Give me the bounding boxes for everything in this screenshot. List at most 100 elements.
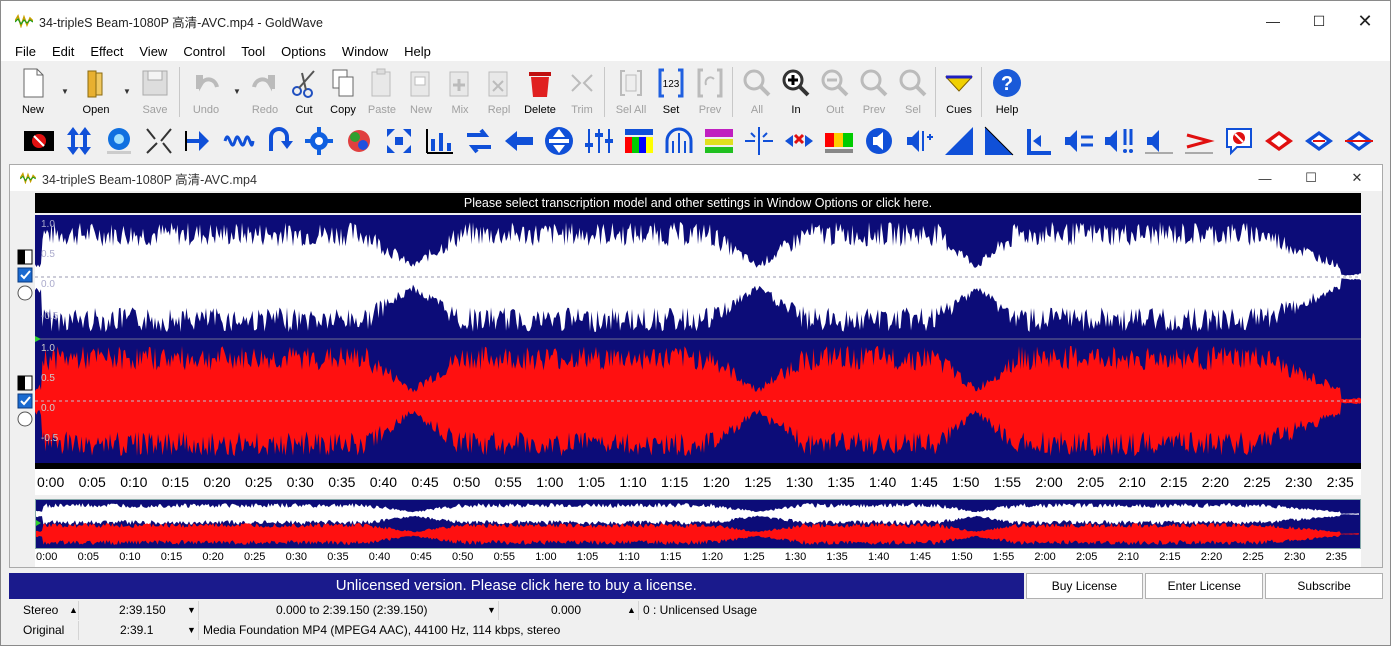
right-channel-enable-checkbox[interactable] [17, 393, 33, 409]
status-mode[interactable]: Original [9, 621, 79, 640]
doc-maximize-button[interactable]: ☐ [1288, 165, 1334, 191]
spectrum-icon[interactable] [423, 125, 455, 157]
maximize-volume-icon[interactable] [63, 125, 95, 157]
remove-red-x-icon[interactable] [783, 125, 815, 157]
menu-file[interactable]: File [7, 44, 44, 59]
channel-swap-icon[interactable] [463, 125, 495, 157]
menu-effect[interactable]: Effect [82, 44, 131, 59]
left-marker-icon[interactable] [1023, 125, 1055, 157]
cue-arrow-icon[interactable] [1183, 125, 1215, 157]
diamond-blue-icon[interactable] [1303, 125, 1335, 157]
zoom-out-button[interactable]: Out [815, 67, 855, 119]
right-channel-solo-radio[interactable] [17, 411, 33, 427]
zoom-sel-button[interactable]: Sel [893, 67, 933, 119]
noise-reduction-icon[interactable] [143, 125, 175, 157]
undo-dropdown-icon[interactable]: ▼ [233, 87, 241, 96]
save-button[interactable]: Save [135, 67, 175, 119]
reverse-icon[interactable] [263, 125, 295, 157]
doc-minimize-button[interactable]: — [1242, 165, 1288, 191]
select-all-button[interactable]: Sel All [611, 67, 651, 119]
left-channel-solo-radio[interactable] [17, 285, 33, 301]
expand-channels-icon[interactable] [383, 125, 415, 157]
insert-silence-icon[interactable] [183, 125, 215, 157]
buy-license-message[interactable]: Unlicensed version. Please click here to… [9, 573, 1024, 599]
mix-button[interactable]: Mix [440, 67, 480, 119]
stop-record-icon[interactable] [23, 125, 55, 157]
delete-button[interactable]: Delete [520, 67, 560, 119]
channels-up-icon[interactable]: ▲ [69, 605, 78, 615]
start-marker-icon[interactable] [35, 336, 41, 342]
menu-tool[interactable]: Tool [233, 44, 273, 59]
stop-bubble-icon[interactable] [1223, 125, 1255, 157]
doc-close-button[interactable]: ✕ [1334, 165, 1380, 191]
prev-selection-icon [697, 68, 723, 98]
zoom-in-button[interactable]: In [776, 67, 816, 119]
buy-license-button[interactable]: Buy License [1025, 573, 1144, 599]
speaker-marker-icon[interactable] [1143, 125, 1175, 157]
trim-button[interactable]: Trim [562, 67, 602, 119]
left-channel-meter-icon[interactable] [17, 249, 33, 265]
transcription-banner[interactable]: Please select transcription model and ot… [35, 193, 1361, 213]
split-sparkle-icon[interactable] [743, 125, 775, 157]
subscribe-button[interactable]: Subscribe [1265, 573, 1383, 599]
stereo-field-icon[interactable] [663, 125, 695, 157]
redo-button[interactable]: Redo [245, 67, 285, 119]
spectrum-filter-icon[interactable] [703, 125, 735, 157]
zoom-prev-button[interactable]: Prev [854, 67, 894, 119]
echo-icon[interactable] [103, 125, 135, 157]
replace-button[interactable]: Repl [479, 67, 519, 119]
enter-license-button[interactable]: Enter License [1145, 573, 1264, 599]
status-selection[interactable]: 0.000 to 2:39.150 (2:39.150) [199, 601, 499, 620]
undo-button[interactable]: Undo [186, 67, 226, 119]
effect-chain-icon[interactable] [343, 125, 375, 157]
new-dropdown-icon[interactable]: ▼ [61, 87, 69, 96]
length-dropdown-icon[interactable]: ▼ [187, 605, 196, 615]
cut-button[interactable]: Cut [284, 67, 324, 119]
paste-new-button[interactable]: New [401, 67, 441, 119]
speaker-circle-icon[interactable] [863, 125, 895, 157]
overview-waveform[interactable] [35, 499, 1361, 549]
left-arrow-icon[interactable] [503, 125, 535, 157]
right-channel-meter-icon[interactable] [17, 375, 33, 391]
rainbow-icon[interactable] [623, 125, 655, 157]
maximize-button[interactable]: ☐ [1296, 1, 1342, 41]
waveform-view[interactable]: 1.0 0.5 0.0 -0.5 1.0 0.5 0.0 -0.5 [35, 215, 1361, 463]
speaker-alert-icon[interactable] [1103, 125, 1135, 157]
zoom-all-button[interactable]: All [737, 67, 777, 119]
diamond-red-icon[interactable] [1263, 125, 1295, 157]
menu-help[interactable]: Help [396, 44, 439, 59]
equalizer-gear-icon[interactable] [303, 125, 335, 157]
right-scale-label-2: 0.5 [41, 373, 55, 384]
speaker-split-icon[interactable] [903, 125, 935, 157]
help-button[interactable]: ? Help [987, 67, 1027, 119]
paste-button[interactable]: Paste [362, 67, 402, 119]
fade-in-icon[interactable] [943, 125, 975, 157]
pitch-wave-icon[interactable] [223, 125, 255, 157]
overview-tick-label: 0:55 [493, 551, 516, 563]
left-channel-enable-checkbox[interactable] [17, 267, 33, 283]
position-up-icon[interactable]: ▲ [627, 605, 636, 615]
menu-control[interactable]: Control [175, 44, 233, 59]
diamond-split-icon[interactable] [1343, 125, 1375, 157]
fade-out-icon[interactable] [983, 125, 1015, 157]
color-bar-icon[interactable] [823, 125, 855, 157]
open-dropdown-icon[interactable]: ▼ [123, 87, 131, 96]
menu-options[interactable]: Options [273, 44, 334, 59]
timeline-ruler[interactable]: 0:00 0:05 0:10 0:15 0:20 0:25 0:30 0:35 0:40 0:45… [35, 463, 1361, 495]
volume-shape-icon[interactable] [543, 125, 575, 157]
cues-button[interactable]: Cues [939, 67, 979, 119]
orig-length-dropdown-icon[interactable]: ▼ [187, 625, 196, 635]
selection-dropdown-icon[interactable]: ▼ [487, 605, 496, 615]
set-button[interactable]: 123 Set [651, 67, 691, 119]
new-button[interactable]: New [13, 67, 53, 119]
minimize-button[interactable]: — [1250, 1, 1296, 41]
open-button[interactable]: Open [76, 67, 116, 119]
menu-edit[interactable]: Edit [44, 44, 82, 59]
mixer-sliders-icon[interactable] [583, 125, 615, 157]
menu-view[interactable]: View [131, 44, 175, 59]
prev-selection-button[interactable]: Prev [690, 67, 730, 119]
menu-window[interactable]: Window [334, 44, 396, 59]
speaker-equal-icon[interactable] [1063, 125, 1095, 157]
copy-button[interactable]: Copy [323, 67, 363, 119]
close-button[interactable]: ✕ [1342, 1, 1388, 41]
